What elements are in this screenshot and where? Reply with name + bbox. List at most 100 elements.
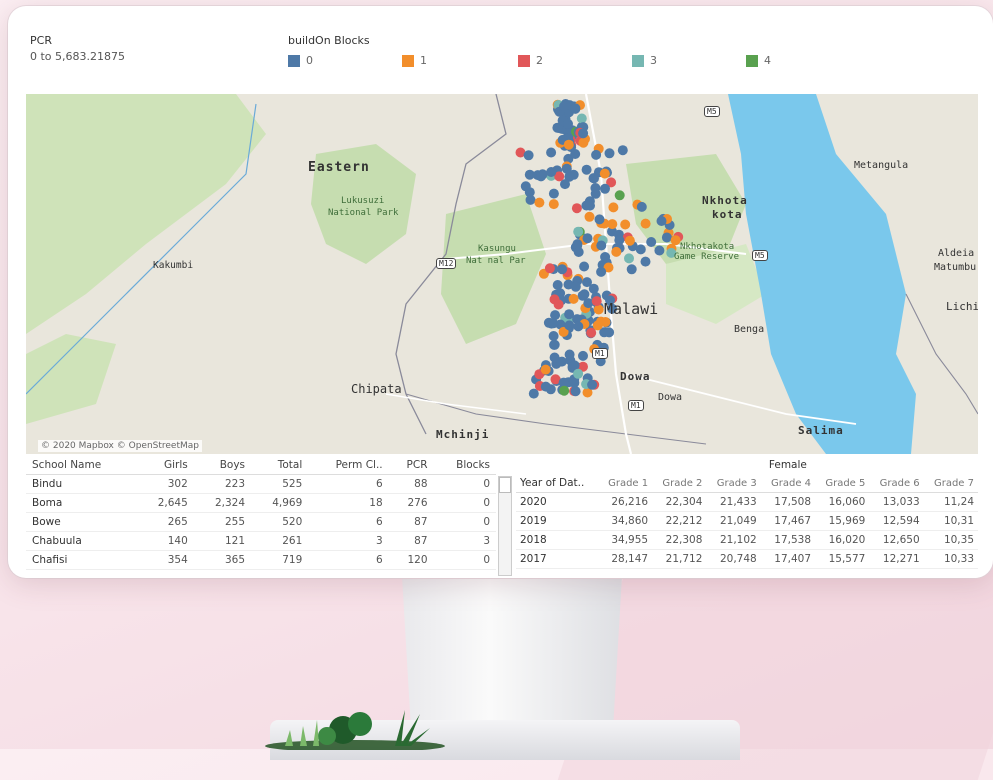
school-marker[interactable] [520, 181, 531, 192]
legend-item-2[interactable]: 2 [518, 54, 543, 67]
school-marker[interactable] [591, 296, 602, 307]
school-marker[interactable] [607, 219, 618, 230]
table-row[interactable]: 2018 34,955 22,308 21,102 17,538 16,020 12,650… [516, 530, 978, 550]
school-marker[interactable] [561, 163, 572, 174]
table-row[interactable]: Chafisi 354 365 719 6 120 0 [26, 550, 496, 570]
school-marker[interactable] [536, 171, 546, 182]
school-marker[interactable] [573, 368, 584, 379]
table-row[interactable]: Bowe 265 255 520 6 87 0 [26, 512, 496, 532]
school-marker[interactable] [636, 201, 647, 212]
school-marker[interactable] [617, 145, 628, 156]
school-marker[interactable] [564, 320, 575, 331]
school-marker[interactable] [523, 150, 534, 161]
school-marker[interactable] [548, 318, 559, 329]
school-marker[interactable] [563, 118, 573, 129]
school-marker[interactable] [563, 139, 574, 150]
schools-col-header[interactable]: Girls [136, 456, 194, 475]
school-marker[interactable] [604, 148, 615, 159]
school-marker[interactable] [573, 321, 584, 332]
school-marker[interactable] [540, 381, 551, 392]
grade-col-header[interactable]: Grade 4 [760, 474, 816, 493]
school-marker[interactable] [624, 235, 635, 246]
school-marker[interactable] [624, 253, 634, 264]
school-marker[interactable] [608, 202, 619, 213]
grade-col-header[interactable]: Grade 7 [923, 474, 978, 493]
school-marker[interactable] [654, 245, 665, 256]
school-marker[interactable] [661, 232, 672, 243]
school-marker[interactable] [573, 226, 584, 237]
school-marker[interactable] [570, 149, 581, 159]
school-marker[interactable] [534, 197, 545, 208]
school-marker[interactable] [646, 237, 657, 247]
schools-col-header[interactable]: Total [251, 456, 309, 475]
school-marker[interactable] [564, 349, 575, 360]
map-attribution[interactable]: © 2020 Mapbox © OpenStreetMap [38, 440, 202, 452]
school-marker[interactable] [620, 219, 631, 230]
school-marker[interactable] [614, 235, 625, 246]
school-marker[interactable] [557, 264, 568, 275]
school-marker[interactable] [544, 263, 555, 274]
schools-col-header[interactable]: PCR [388, 456, 434, 475]
legend-item-0[interactable]: 0 [288, 54, 313, 67]
schools-col-header[interactable]: School Name [26, 456, 137, 475]
school-marker[interactable] [564, 309, 575, 320]
school-marker[interactable] [626, 264, 637, 275]
table-row[interactable]: 2020 26,216 22,304 21,433 17,508 16,060 13,033… [516, 492, 978, 512]
school-marker[interactable] [548, 188, 559, 199]
school-marker[interactable] [581, 164, 592, 175]
school-marker[interactable] [570, 103, 581, 114]
legend-item-3[interactable]: 3 [632, 54, 657, 67]
school-marker[interactable] [583, 298, 594, 309]
school-marker[interactable] [563, 279, 574, 290]
school-marker[interactable] [589, 173, 599, 184]
table-row[interactable]: 2019 34,860 22,212 21,049 17,467 15,969 12,594… [516, 511, 978, 531]
school-marker[interactable] [546, 167, 557, 177]
school-marker[interactable] [540, 364, 551, 375]
schools-col-header[interactable]: Perm Cl.. [308, 456, 389, 475]
school-marker[interactable] [571, 203, 582, 214]
school-marker[interactable] [578, 128, 589, 139]
map-view[interactable]: Eastern Lukusuzi National Park Kakumbi K… [26, 94, 978, 454]
table-row[interactable]: Bindu 302 223 525 6 88 0 [26, 474, 496, 494]
school-marker[interactable] [584, 211, 595, 222]
grade-col-header[interactable]: Grade 1 [597, 474, 653, 493]
school-marker[interactable] [559, 385, 570, 396]
school-marker[interactable] [592, 320, 603, 331]
school-marker[interactable] [635, 244, 646, 255]
school-marker[interactable] [594, 214, 605, 225]
school-marker[interactable] [604, 327, 615, 338]
grade-col-header[interactable]: Grade 2 [652, 474, 707, 493]
school-marker[interactable] [593, 304, 604, 315]
school-marker[interactable] [578, 137, 589, 148]
school-marker[interactable] [591, 149, 602, 160]
school-marker[interactable] [590, 183, 601, 193]
school-marker[interactable] [596, 240, 607, 251]
school-marker[interactable] [548, 331, 559, 341]
school-marker[interactable] [549, 352, 560, 363]
scrollbar-thumb[interactable] [499, 477, 511, 493]
grade-col-header[interactable]: Grade 5 [815, 474, 870, 493]
school-marker[interactable] [552, 280, 563, 290]
school-marker[interactable] [611, 246, 622, 257]
schools-col-header[interactable]: Boys [193, 456, 252, 475]
school-marker[interactable] [579, 289, 590, 300]
school-marker[interactable] [585, 200, 595, 211]
table-row[interactable]: Chabuula 140 121 261 3 87 3 [26, 531, 496, 551]
year-col-header[interactable]: Year of Dat.. [516, 474, 598, 493]
schools-table-scrollbar[interactable] [498, 476, 512, 576]
school-marker[interactable] [640, 218, 651, 229]
school-marker[interactable] [548, 199, 559, 210]
school-marker[interactable] [640, 256, 651, 267]
grade-col-header[interactable]: Grade 3 [706, 474, 761, 493]
schools-col-header[interactable]: Blocks [433, 456, 496, 475]
school-marker[interactable] [582, 233, 593, 244]
school-marker[interactable] [588, 283, 599, 294]
school-marker[interactable] [559, 101, 570, 112]
school-marker[interactable] [546, 147, 557, 158]
school-marker[interactable] [656, 216, 667, 226]
school-marker[interactable] [600, 183, 610, 194]
school-marker[interactable] [599, 168, 610, 179]
school-marker[interactable] [568, 293, 579, 304]
table-row[interactable]: Boma 2,645 2,324 4,969 18 276 0 [26, 493, 496, 513]
legend-item-1[interactable]: 1 [402, 54, 427, 67]
